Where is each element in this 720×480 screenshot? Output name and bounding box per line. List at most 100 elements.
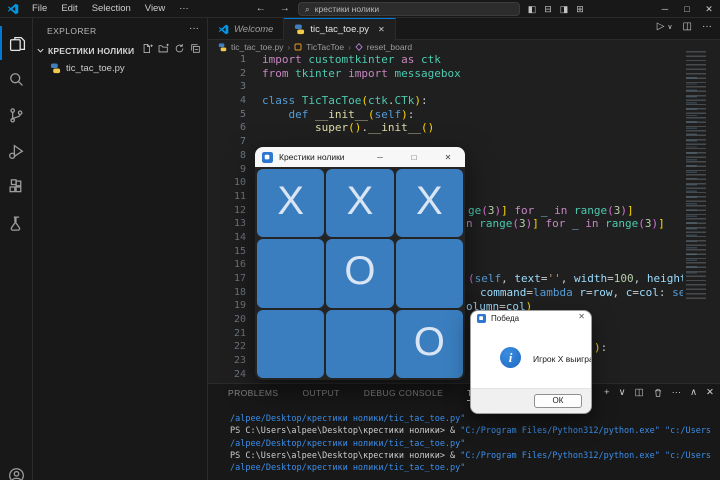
method-symbol-icon xyxy=(355,43,363,51)
menu-more[interactable]: ··· xyxy=(172,3,196,14)
board-cell-0-2[interactable]: X xyxy=(395,169,463,238)
panel-tab-problems[interactable]: PROBLEMS xyxy=(228,388,278,401)
run-dropdown-icon[interactable]: ∨ xyxy=(667,23,672,31)
tk-app-icon xyxy=(262,151,273,163)
code-fragment: command=lambda r=row, c=col: self. xyxy=(480,285,683,299)
game-close-button[interactable]: ✕ xyxy=(431,153,465,162)
tab-close-icon[interactable]: ✕ xyxy=(378,25,385,34)
board-cell-1-1[interactable]: O xyxy=(326,239,394,308)
tab-label: tic_tac_toe.py xyxy=(310,24,370,35)
tab-tic-tac-toe[interactable]: tic_tac_toe.py ✕ xyxy=(284,18,396,40)
terminal-line: PS C:\Users\alpee\Desktop\крестики нолик… xyxy=(230,451,712,462)
board-cell-1-2[interactable] xyxy=(395,239,463,308)
menu-file[interactable]: File xyxy=(25,3,54,14)
board-cell-2-1[interactable] xyxy=(326,309,394,378)
terminal-profile-dropdown-icon[interactable]: ∨ xyxy=(619,387,626,398)
code-fragment: (self, text='', width=100, height=100 xyxy=(468,272,683,286)
dialog-footer: ОК xyxy=(471,388,591,413)
window-minimize-button[interactable]: ─ xyxy=(654,4,676,14)
new-terminal-icon[interactable]: + xyxy=(604,387,610,398)
customize-layout-icon[interactable]: ⊞ xyxy=(572,4,588,15)
tk-app-icon xyxy=(477,314,486,323)
menu-selection[interactable]: Selection xyxy=(85,3,138,14)
back-arrow-icon[interactable]: ← xyxy=(256,3,266,14)
extensions-icon[interactable] xyxy=(0,170,33,204)
vscode-logo-icon xyxy=(7,3,19,15)
window-maximize-button[interactable]: □ xyxy=(676,4,698,14)
game-minimize-button[interactable]: ─ xyxy=(363,153,397,162)
game-window-title-bar[interactable]: Крестики нолики ─ □ ✕ xyxy=(255,147,465,167)
code-line[interactable]: 2 from tkinter import messagebox xyxy=(208,67,683,81)
breadcrumb-separator: › xyxy=(287,42,291,52)
collapse-all-icon[interactable] xyxy=(190,43,201,54)
title-bar: File Edit Selection View ··· ← → ⌕ крест… xyxy=(0,0,720,18)
board-cell-0-0[interactable]: X xyxy=(257,169,325,238)
terminal-line: PS C:\Users\alpee\Desktop\крестики нолик… xyxy=(230,426,712,437)
refresh-icon[interactable] xyxy=(174,43,185,54)
info-icon: i xyxy=(500,347,521,368)
game-window-title: Крестики нолики xyxy=(279,152,345,162)
minimap[interactable] xyxy=(684,47,710,343)
toggle-sidebar-icon[interactable]: ◧ xyxy=(524,4,540,15)
menu-edit[interactable]: Edit xyxy=(54,3,84,14)
explorer-icon[interactable] xyxy=(0,26,33,60)
panel-maximize-icon[interactable]: ∧ xyxy=(690,387,697,398)
file-item-tic-tac-toe[interactable]: tic_tac_toe.py xyxy=(33,60,208,77)
split-editor-icon[interactable]: ◫ xyxy=(683,21,692,32)
editor-more-icon[interactable]: ··· xyxy=(702,21,712,32)
victory-dialog: Победа ✕ i Игрок X выиграл! ОК xyxy=(470,310,592,414)
explorer-header: EXPLORER xyxy=(47,26,97,36)
activity-bar xyxy=(0,18,33,480)
breadcrumb-method[interactable]: reset_board xyxy=(367,42,412,52)
tab-welcome[interactable]: Welcome xyxy=(208,18,285,40)
menu-view[interactable]: View xyxy=(138,3,172,14)
forward-arrow-icon[interactable]: → xyxy=(280,3,290,14)
search-sidebar-icon[interactable] xyxy=(0,62,33,96)
board-cell-2-2[interactable]: O xyxy=(395,309,463,378)
code-line[interactable]: 3 xyxy=(208,80,683,94)
code-fragment: ge(3)] for _ in range(3)] xyxy=(468,203,634,217)
new-folder-icon[interactable] xyxy=(158,43,169,54)
board-cell-2-0[interactable] xyxy=(257,309,325,378)
code-line[interactable]: 5 def __init__(self): xyxy=(208,108,683,122)
source-control-icon[interactable] xyxy=(0,98,33,132)
terminal-line: /alpee/Desktop/крестики нолики/tic_tac_t… xyxy=(230,414,466,424)
toggle-secondary-sidebar-icon[interactable]: ◨ xyxy=(556,4,572,15)
panel-more-icon[interactable]: ··· xyxy=(672,387,682,398)
run-python-file-icon[interactable]: ▷ xyxy=(657,21,665,32)
dialog-title-bar[interactable]: Победа ✕ xyxy=(471,311,591,326)
split-terminal-icon[interactable]: ◫ xyxy=(635,387,644,398)
account-icon[interactable] xyxy=(0,458,33,480)
toggle-panel-icon[interactable]: ⊟ xyxy=(540,4,556,15)
kill-terminal-icon[interactable] xyxy=(653,388,663,398)
game-maximize-button[interactable]: □ xyxy=(397,153,431,162)
dialog-close-icon[interactable]: ✕ xyxy=(578,312,585,321)
explorer-more-icon[interactable]: ··· xyxy=(189,23,199,34)
window-close-button[interactable]: ✕ xyxy=(698,4,720,15)
terminal-line: /alpee/Desktop/крестики нолики/tic_tac_t… xyxy=(230,463,466,474)
folder-name: КРЕСТИКИ НОЛИКИ xyxy=(48,45,135,56)
new-file-icon[interactable] xyxy=(142,43,153,54)
explorer-sidebar: EXPLORER ··· КРЕСТИКИ НОЛИКИ tic_tac_toe… xyxy=(33,18,208,480)
dialog-title: Победа xyxy=(491,314,520,323)
panel-tab-debug-console[interactable]: DEBUG CONSOLE xyxy=(364,388,443,401)
code-line[interactable]: 4 class TicTacToe(ctk.CTk): xyxy=(208,94,683,108)
testing-icon[interactable] xyxy=(0,206,33,240)
command-search-box[interactable]: ⌕ крестики нолики xyxy=(298,2,520,16)
terminal-output[interactable]: /alpee/Desktop/крестики нолики/tic_tac_t… xyxy=(230,413,718,475)
board-cell-1-0[interactable] xyxy=(257,239,325,308)
class-symbol-icon xyxy=(294,43,302,51)
panel-close-icon[interactable]: ✕ xyxy=(706,387,714,398)
code-line[interactable]: 6 super().__init__() xyxy=(208,121,683,135)
code-line[interactable]: 1 import customtkinter as ctk xyxy=(208,53,683,67)
breadcrumb-file[interactable]: tic_tac_toe.py xyxy=(231,42,283,52)
python-file-icon xyxy=(218,42,227,51)
run-debug-icon[interactable] xyxy=(0,134,33,168)
search-value: крестики нолики xyxy=(314,4,380,14)
breadcrumb-class[interactable]: TicTacToe xyxy=(306,42,344,52)
panel-tab-output[interactable]: OUTPUT xyxy=(302,388,339,401)
board-cell-0-1[interactable]: X xyxy=(326,169,394,238)
bottom-panel: PROBLEMS OUTPUT DEBUG CONSOLE TERMINAL P… xyxy=(208,383,720,480)
ok-button[interactable]: ОК xyxy=(534,394,582,408)
tab-label: Welcome xyxy=(234,23,274,35)
